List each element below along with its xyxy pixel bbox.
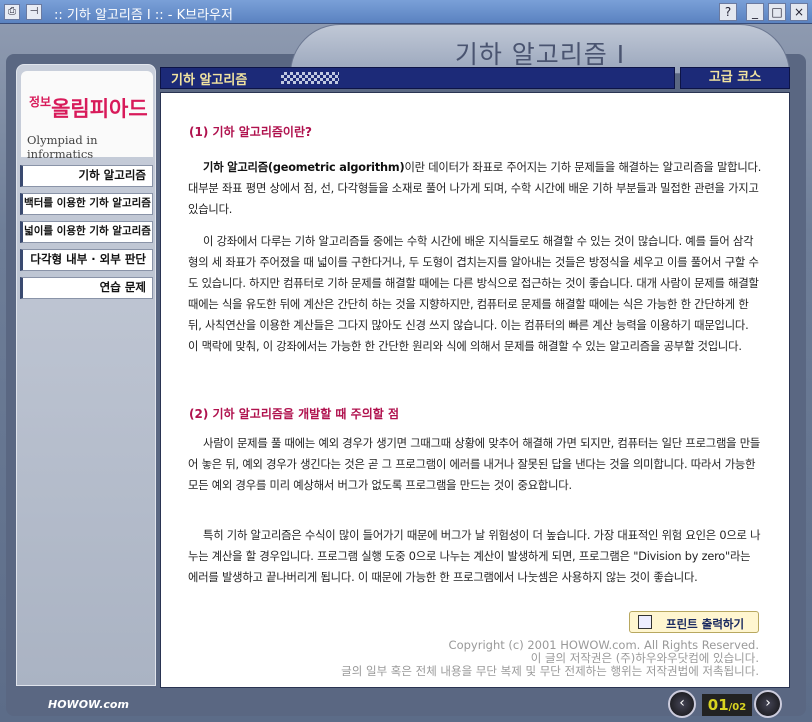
maximize-button[interactable]: □ (768, 3, 786, 21)
browser-icon[interactable]: ⎙ (4, 4, 20, 20)
copyright-notice: 글의 일부 혹은 전체 내용을 무단 복제 및 무단 전제하는 행위는 저작권법… (341, 664, 759, 678)
next-page-button[interactable]: › (754, 690, 782, 718)
level-label: 고급 코스 (708, 70, 762, 85)
close-button[interactable]: × (790, 3, 808, 21)
print-button[interactable]: 프린트 출력하기 (629, 611, 759, 633)
sidebar-item-geometric-algorithm[interactable]: 기하 알고리즘 (20, 165, 153, 187)
brand-logo: HOWOW.com (48, 698, 129, 711)
paragraph-3: 사람이 문제를 풀 때에는 예외 경우가 생기면 그때그때 상황에 맞추어 해결… (188, 437, 761, 492)
help-button[interactable]: ? (719, 3, 737, 21)
heading-1: (1) 기하 알고리즘이란? (189, 125, 312, 139)
logo-small-text: 정보 (29, 95, 52, 109)
page-indicator: 01/02 (702, 694, 752, 716)
paragraph-1: 기하 알고리즘(geometric algorithm)이란 데이터가 좌표로 … (188, 157, 762, 220)
sidebar: 정보올림피아드 Olympiad in informatics 기하 알고리즘 … (16, 64, 156, 686)
logo-text: 올림피아드 (51, 97, 148, 121)
page-title: 기하 알고리즘 I (454, 40, 626, 69)
minimize-button[interactable]: _ (746, 3, 764, 21)
paragraph-1-term: 기하 알고리즘(geometric algorithm) (203, 161, 405, 174)
checker-pattern (281, 72, 339, 84)
sidebar-item-vector-algorithm[interactable]: 백터를 이용한 기하 알고리즘 (20, 193, 153, 215)
window-title: :: 기하 알고리즘 I :: - K브라우저 (54, 8, 233, 23)
print-icon (638, 615, 652, 629)
print-label: 프린트 출력하기 (666, 617, 745, 631)
sidebar-item-exercises[interactable]: 연습 문제 (20, 277, 153, 299)
section-title: 기하 알고리즘 (171, 73, 248, 88)
logo-subtitle: Olympiad in informatics (27, 133, 98, 161)
paragraph-2: 이 강좌에서 다루는 기하 알고리즘들 중에는 수학 시간에 배운 지식들로도 … (188, 235, 759, 353)
section-header: 기하 알고리즘 (160, 67, 675, 89)
content-panel: (1) 기하 알고리즘이란? 기하 알고리즘(geometric algorit… (160, 92, 790, 688)
paragraph-4: 특히 기하 알고리즘은 수식이 많이 들어가기 때문에 버그가 날 위험성이 더… (188, 529, 761, 584)
sidebar-item-area-algorithm[interactable]: 넓이를 이용한 기하 알고리즘 (20, 221, 153, 243)
page-current: 01 (707, 696, 729, 714)
heading-2: (2) 기하 알고리즘을 개발할 때 주의할 점 (189, 407, 399, 421)
pin-icon[interactable]: ⊣ (26, 4, 42, 20)
page-total: 02 (732, 702, 747, 713)
logo: 정보올림피아드 Olympiad in informatics (21, 71, 153, 161)
level-header: 고급 코스 (680, 67, 790, 89)
sidebar-item-polygon-inside-outside[interactable]: 다각형 내부 · 외부 판단 (20, 249, 153, 271)
prev-page-button[interactable]: ‹ (668, 690, 696, 718)
window-titlebar: ⎙ ⊣ :: 기하 알고리즘 I :: - K브라우저 ? _ □ × (0, 0, 812, 24)
